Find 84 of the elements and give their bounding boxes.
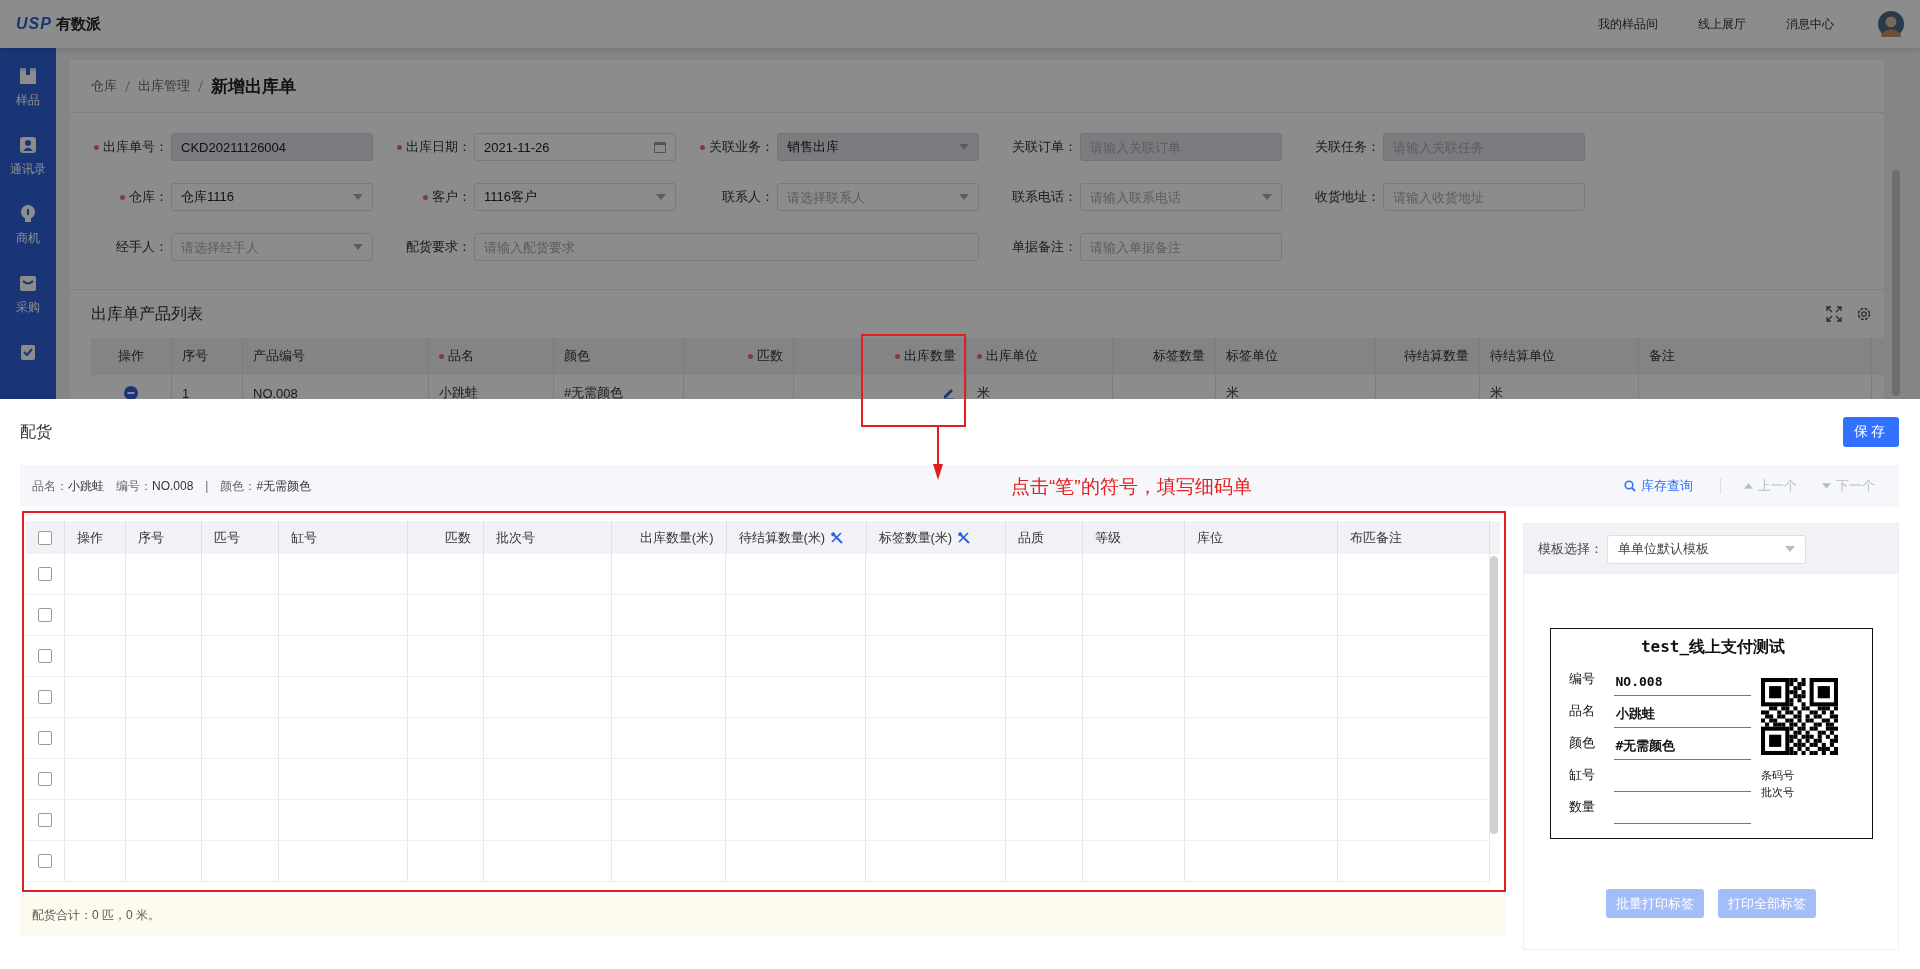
column-header: 标签数量(米) [878,528,953,547]
dialog-title: 配货 [20,421,52,442]
logo-mark: USP [16,15,52,33]
sidebar-item[interactable]: 通讯录 [0,135,56,178]
label-field-name: 缸号 [1568,766,1596,784]
separator: | [205,479,209,493]
column-header: 待结算单位 [1490,347,1555,365]
column-header: 品名 [439,347,474,365]
table-cell: 米 [977,384,990,402]
column-header: 操作 [76,528,103,547]
label-field-value: #无需颜色 [1615,736,1676,755]
nav-link[interactable]: 消息中心 [1786,15,1834,33]
field-label: 联系电话： [1012,188,1077,206]
table-cell: #无需颜色 [564,384,624,402]
field-label: 收货地址： [1315,188,1380,206]
page-title: 新增出库单 [211,75,296,98]
table-cell: 小跳蛙 [439,384,478,402]
field-label: 客户： [423,188,471,206]
table-cell: 1 [182,385,190,401]
column-header: 库位 [1197,528,1224,547]
sidebar-item[interactable]: 样品 [0,66,56,109]
nav-link[interactable]: 线上展厅 [1698,15,1746,33]
label-field-value: NO.008 [1615,674,1663,689]
label-field-name: 数量 [1568,798,1596,816]
column-header: 布匹备注 [1350,528,1403,547]
toolbar-link[interactable]: 库存查询 [1641,477,1693,495]
field-label: 关联任务： [1315,138,1380,156]
label-title: test_线上支付测试 [1639,637,1787,658]
label-caption: 条码号 [1760,768,1795,783]
save-button[interactable]: 保存 [1843,417,1899,447]
info-text: 编号：NO.008 [116,477,194,495]
column-header: 匹数 [748,347,783,365]
column-header: 待结算数量 [1404,347,1469,365]
label-field-name: 编号 [1568,670,1596,688]
sidebar-item[interactable]: 采购 [0,273,56,316]
column-header: 出库数量 [895,347,956,365]
field-label: 仓库： [120,188,168,206]
column-header: 品质 [1018,528,1045,547]
column-header: 标签单位 [1226,347,1278,365]
logo-text: 有数派 [55,14,101,34]
column-header: 序号 [182,347,208,365]
annotation-text: 点击“笔”的符号，填写细码单 [1011,475,1252,499]
column-header: 出库数量(米) [639,528,714,547]
column-header: 等级 [1095,528,1122,547]
column-header: 匹数 [445,528,472,547]
section-title: 出库单产品列表 [91,303,203,324]
column-header: 匹号 [214,528,241,547]
column-header: 颜色 [564,347,590,365]
label-field-name: 品名 [1568,702,1596,720]
field-label: 关联订单： [1012,138,1077,156]
input-field[interactable]: 1116客户 [474,183,676,211]
field-label: 出库单号： [94,138,168,156]
breadcrumb-link[interactable]: 仓库 [91,77,117,95]
table-cell: 米 [1226,384,1239,402]
field-label: 关联业务： [700,138,774,156]
field-label: 单据备注： [1012,238,1077,256]
sidebar-item[interactable]: 商机 [0,204,56,247]
column-header: 操作 [118,347,144,365]
label-field-name: 颜色 [1568,734,1596,752]
column-header: 标签数量 [1153,347,1205,365]
summary-text: 配货合计：0 匹，0 米。 [20,895,1506,936]
column-header: 序号 [138,528,165,547]
column-header: 缸号 [290,528,317,547]
field-label: 联系人： [722,188,774,206]
table-cell: 米 [1490,384,1503,402]
column-header: 批次号 [496,528,536,547]
column-header: 出库单位 [977,347,1038,365]
input-field[interactable]: 仓库1116 [171,183,373,211]
column-header: 产品编号 [253,347,305,365]
column-header: 待结算数量(米) [738,528,826,547]
field-label: 模板选择： [1538,540,1603,558]
info-text: 品名：小跳蛙 [32,477,104,495]
breadcrumb-link[interactable]: 出库管理 [138,77,190,95]
info-text: 颜色：#无需颜色 [220,477,312,495]
table-cell: NO.008 [253,385,298,401]
input-field[interactable]: 2021-11-26 [474,133,676,161]
label-field-value: 小跳蛙 [1615,704,1655,723]
template-select[interactable]: 单单位默认模板 [1607,534,1806,564]
label-caption: 批次号 [1760,785,1795,800]
column-header: 备注 [1649,347,1675,365]
field-label: 经手人： [116,238,168,256]
field-label: 出库日期： [397,138,471,156]
field-label: 配货要求： [406,238,471,256]
nav-link[interactable]: 我的样品间 [1598,15,1658,33]
